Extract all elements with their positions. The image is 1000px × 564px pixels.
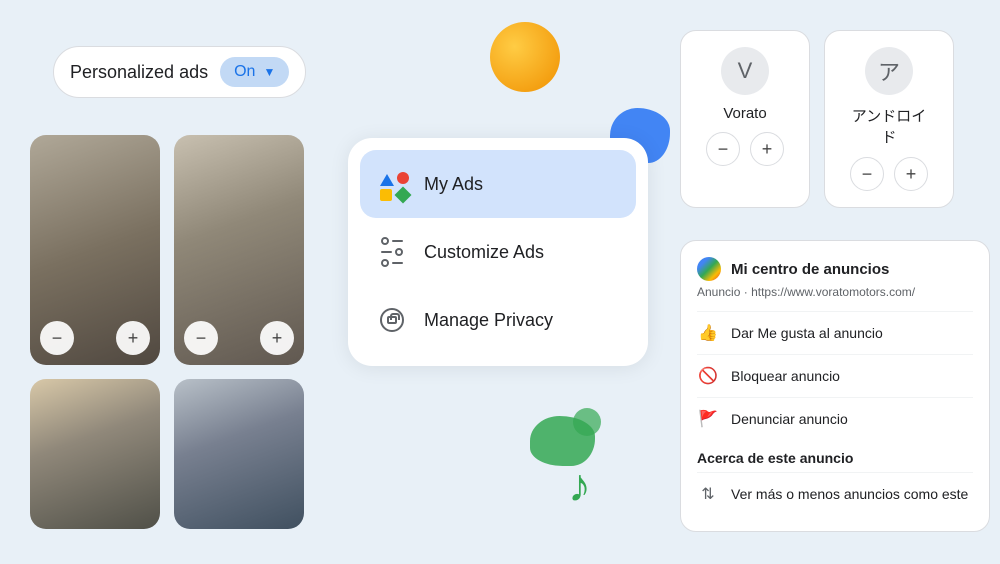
android-avatar: ア: [865, 47, 913, 95]
lock-icon: [387, 316, 397, 324]
my-ads-label: My Ads: [424, 174, 483, 195]
android-minus-button[interactable]: −: [850, 157, 884, 191]
report-label: Denunciar anuncio: [731, 411, 848, 427]
brand-card-vorato: V Vorato − +: [680, 30, 810, 208]
filter-icon: ⇅: [697, 483, 719, 505]
my-ads-icon: [376, 168, 408, 200]
triangle-shape: [380, 174, 394, 186]
circle-shape: [397, 172, 409, 184]
diamond-shape: [395, 187, 412, 204]
minus-button-2[interactable]: −: [184, 321, 218, 355]
ads-state-label: On: [234, 63, 255, 81]
adjust-dot-1: [381, 237, 389, 245]
android-name: アンドロイド: [845, 105, 933, 147]
ad-url: https://www.voratomotors.com/: [751, 285, 915, 299]
photo-person: [30, 379, 160, 529]
ad-center-panel: Mi centro de anuncios Anuncio · https://…: [680, 240, 990, 532]
action-like[interactable]: 👍 Dar Me gusta al anuncio: [697, 311, 973, 354]
vorato-minus-button[interactable]: −: [706, 132, 740, 166]
minus-button-1[interactable]: −: [40, 321, 74, 355]
image-card-person: [30, 379, 160, 529]
thumbs-up-icon: 👍: [697, 322, 719, 344]
flag-icon: 🚩: [697, 408, 719, 430]
menu-item-customize-ads[interactable]: Customize Ads: [360, 218, 636, 286]
photo-clothes: [174, 379, 304, 529]
menu-item-manage-privacy[interactable]: Manage Privacy: [360, 286, 636, 354]
image-card-gray: − +: [30, 135, 160, 365]
orange-decoration: [490, 22, 560, 92]
manage-privacy-icon: [376, 304, 408, 336]
adjust-bar-1: [392, 240, 403, 243]
brand-cards-section: V Vorato − + ア アンドロイド − +: [680, 30, 954, 208]
android-plus-button[interactable]: +: [894, 157, 928, 191]
plus-button-2[interactable]: +: [260, 321, 294, 355]
image-card-wrap: − +: [174, 135, 304, 365]
action-report[interactable]: 🚩 Denunciar anuncio: [697, 397, 973, 440]
card-controls-2: − +: [174, 321, 304, 355]
block-icon: 🚫: [697, 365, 719, 387]
google-icon: [697, 257, 721, 281]
image-card-clothes: [174, 379, 304, 529]
ad-center-title: Mi centro de anuncios: [731, 261, 889, 278]
ad-label: Anuncio: [697, 285, 740, 299]
ads-toggle-label: Personalized ads: [70, 62, 208, 83]
action-block[interactable]: 🚫 Bloquear anuncio: [697, 354, 973, 397]
vorato-name: Vorato: [723, 105, 766, 122]
green-circle-decoration: [573, 408, 601, 436]
personalized-ads-toggle[interactable]: Personalized ads On ▼: [53, 46, 306, 98]
about-section-title: Acerca de este anuncio: [697, 440, 973, 472]
ad-separator: ·: [744, 285, 751, 299]
vorato-plus-button[interactable]: +: [750, 132, 784, 166]
chevron-down-icon: ▼: [263, 65, 275, 79]
card-controls-1: − +: [30, 321, 160, 355]
android-controls: − +: [850, 157, 928, 191]
ad-url-line: Anuncio · https://www.voratomotors.com/: [697, 285, 973, 299]
customize-ads-label: Customize Ads: [424, 242, 544, 263]
action-more-like-this[interactable]: ⇅ Ver más o menos anuncios como este: [697, 472, 973, 515]
image-card-grid: − + − +: [30, 135, 340, 529]
about-action-label: Ver más o menos anuncios como este: [731, 486, 968, 502]
ads-on-button[interactable]: On ▼: [220, 57, 289, 87]
ad-center-header: Mi centro de anuncios: [697, 257, 973, 281]
menu-panel: My Ads Customize Ads: [348, 138, 648, 366]
adjust-dot-3: [381, 259, 389, 267]
manage-privacy-label: Manage Privacy: [424, 310, 553, 331]
adjust-bar-3: [392, 262, 403, 265]
menu-item-my-ads[interactable]: My Ads: [360, 150, 636, 218]
square-shape: [380, 189, 392, 201]
brand-card-android: ア アンドロイド − +: [824, 30, 954, 208]
music-note-decoration: ♪: [568, 458, 591, 512]
adjust-dot-2: [395, 248, 403, 256]
vorato-controls: − +: [706, 132, 784, 166]
vorato-avatar: V: [721, 47, 769, 95]
customize-ads-icon: [376, 236, 408, 268]
block-label: Bloquear anuncio: [731, 368, 840, 384]
adjust-bar-2: [381, 251, 392, 254]
like-label: Dar Me gusta al anuncio: [731, 325, 883, 341]
plus-button-1[interactable]: +: [116, 321, 150, 355]
